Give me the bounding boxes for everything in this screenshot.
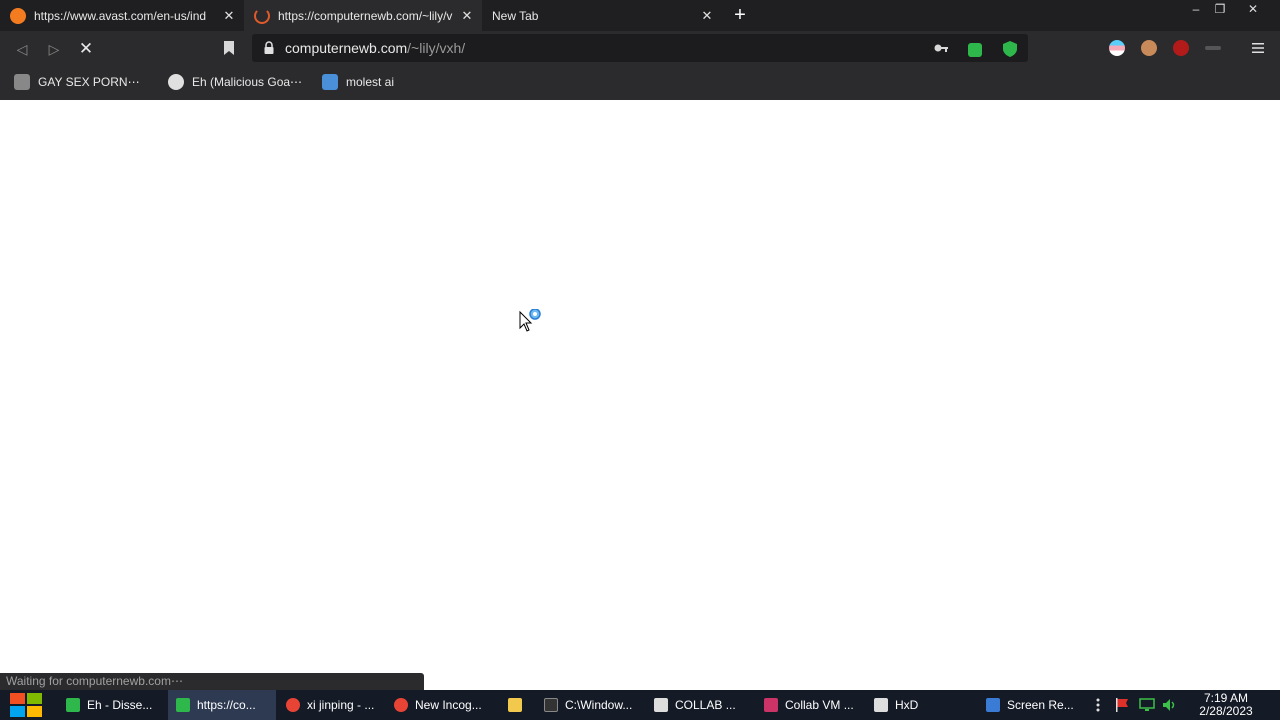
taskbar-item-active[interactable]: https://co...: [168, 690, 276, 720]
taskbar-label: HxD: [895, 698, 919, 712]
bookmark-item[interactable]: Eh (Malicious Goa⋯: [168, 74, 302, 90]
taskbar-item[interactable]: C:\Window...: [536, 690, 644, 720]
close-window-button[interactable]: ✕: [1240, 0, 1266, 18]
app-icon: [176, 698, 190, 712]
profile-flag-icon[interactable]: [1109, 40, 1125, 56]
taskbar-item[interactable]: xi jinping - ...: [278, 690, 386, 720]
loading-spinner-icon: [254, 7, 270, 24]
taskbar-label: https://co...: [197, 698, 256, 712]
taskbar-item[interactable]: Collab VM ...: [756, 690, 864, 720]
app-icon: [764, 698, 778, 712]
tab-close-icon[interactable]: ✕: [698, 8, 716, 24]
image-icon: [322, 74, 338, 90]
forward-button[interactable]: ▷: [44, 39, 64, 59]
overflow-icon[interactable]: [1090, 697, 1106, 713]
tab-new-tab[interactable]: New Tab ✕: [482, 0, 722, 31]
flag-icon[interactable]: [1114, 697, 1130, 713]
new-tab-button[interactable]: +: [730, 3, 750, 27]
back-button[interactable]: ◁: [12, 39, 32, 59]
clock-date: 2/28/2023: [1199, 704, 1253, 718]
tab-strip: https://www.avast.com/en-us/ind ✕ https:…: [0, 0, 1280, 31]
bookmark-label: Eh (Malicious Goa⋯: [192, 75, 303, 89]
taskbar: Eh - Disse... https://co... xi jinping -…: [0, 690, 1280, 720]
extension-green-icon[interactable]: [968, 43, 982, 57]
bookmark-icon[interactable]: [223, 41, 235, 55]
bookmark-label: GAY SEX PORN⋯: [38, 75, 140, 89]
minimize-button[interactable]: –: [1183, 0, 1209, 18]
avatar-extension-icon[interactable]: [1141, 40, 1157, 56]
tab-close-icon[interactable]: ✕: [220, 8, 238, 24]
key-icon[interactable]: [934, 43, 948, 53]
bookmarks-bar: GAY SEX PORN⋯ Eh (Malicious Goa⋯ molest …: [0, 65, 1280, 100]
tab-computernewb[interactable]: https://computernewb.com/~lily/v ✕: [244, 0, 482, 31]
extension-gray-icon[interactable]: [1205, 46, 1221, 50]
busy-cursor-icon: [519, 309, 541, 332]
restore-button[interactable]: ❐: [1207, 0, 1233, 18]
clock[interactable]: 7:19 AM 2/28/2023: [1190, 692, 1262, 718]
address-bar[interactable]: computernewb.com/~lily/vxh/: [252, 34, 1028, 62]
tab-avast[interactable]: https://www.avast.com/en-us/ind ✕: [0, 0, 244, 31]
taskbar-label: xi jinping - ...: [307, 698, 375, 712]
bookmark-label: molest ai: [346, 75, 395, 89]
browser-chrome: https://www.avast.com/en-us/ind ✕ https:…: [0, 0, 1280, 100]
bookmark-item[interactable]: GAY SEX PORN⋯: [14, 74, 140, 90]
tab-title: New Tab: [492, 8, 539, 23]
taskbar-label: C:\Window...: [565, 698, 633, 712]
url-path: /~lily/vxh/: [407, 40, 466, 56]
status-bar: Waiting for computernewb.com⋯: [0, 673, 424, 690]
lock-icon[interactable]: [264, 41, 274, 54]
stop-loading-button[interactable]: ✕: [76, 39, 96, 59]
hxd-icon: [874, 698, 888, 712]
url-host: computernewb.com: [285, 40, 408, 56]
chrome-icon: [394, 698, 408, 712]
taskbar-item[interactable]: Screen Re...: [978, 690, 1086, 720]
ublock-icon[interactable]: [1173, 40, 1189, 56]
tab-close-icon[interactable]: ✕: [458, 8, 476, 24]
url-text[interactable]: computernewb.com/~lily/vxh/: [285, 40, 465, 56]
taskbar-item[interactable]: New Incog...: [386, 690, 494, 720]
network-icon[interactable]: [1139, 697, 1155, 713]
taskbar-item[interactable]: HxD: [866, 690, 974, 720]
cmd-icon: [544, 698, 558, 712]
avast-favicon-icon: [10, 7, 26, 24]
globe-icon: [168, 74, 184, 90]
toolbar: ◁ ▷ ✕ computernewb.com/~lily/vxh/: [0, 31, 1280, 65]
taskbar-label: Eh - Disse...: [87, 698, 153, 712]
menu-icon[interactable]: [1252, 42, 1264, 54]
bookmark-item[interactable]: molest ai: [322, 74, 394, 90]
tab-title: https://www.avast.com/en-us/ind: [34, 8, 207, 23]
volume-icon[interactable]: [1162, 697, 1178, 713]
taskbar-item[interactable]: Eh - Disse...: [58, 690, 166, 720]
monitor-icon: [986, 698, 1000, 712]
chrome-icon: [286, 698, 300, 712]
taskbar-label: New Incog...: [415, 698, 482, 712]
taskbar-label: COLLAB ...: [675, 698, 736, 712]
folder-icon: [508, 698, 522, 712]
shield-icon[interactable]: [1003, 41, 1017, 57]
app-icon: [654, 698, 668, 712]
app-icon: [66, 698, 80, 712]
horse-icon: [14, 74, 30, 90]
taskbar-item[interactable]: COLLAB ...: [646, 690, 754, 720]
taskbar-label: Collab VM ...: [785, 698, 854, 712]
taskbar-label: Screen Re...: [1007, 698, 1074, 712]
page-content: [0, 100, 1280, 690]
windows-start-icon[interactable]: [8, 692, 44, 718]
taskbar-item[interactable]: [500, 690, 534, 720]
tab-title: https://computernewb.com/~lily/v: [278, 8, 453, 23]
